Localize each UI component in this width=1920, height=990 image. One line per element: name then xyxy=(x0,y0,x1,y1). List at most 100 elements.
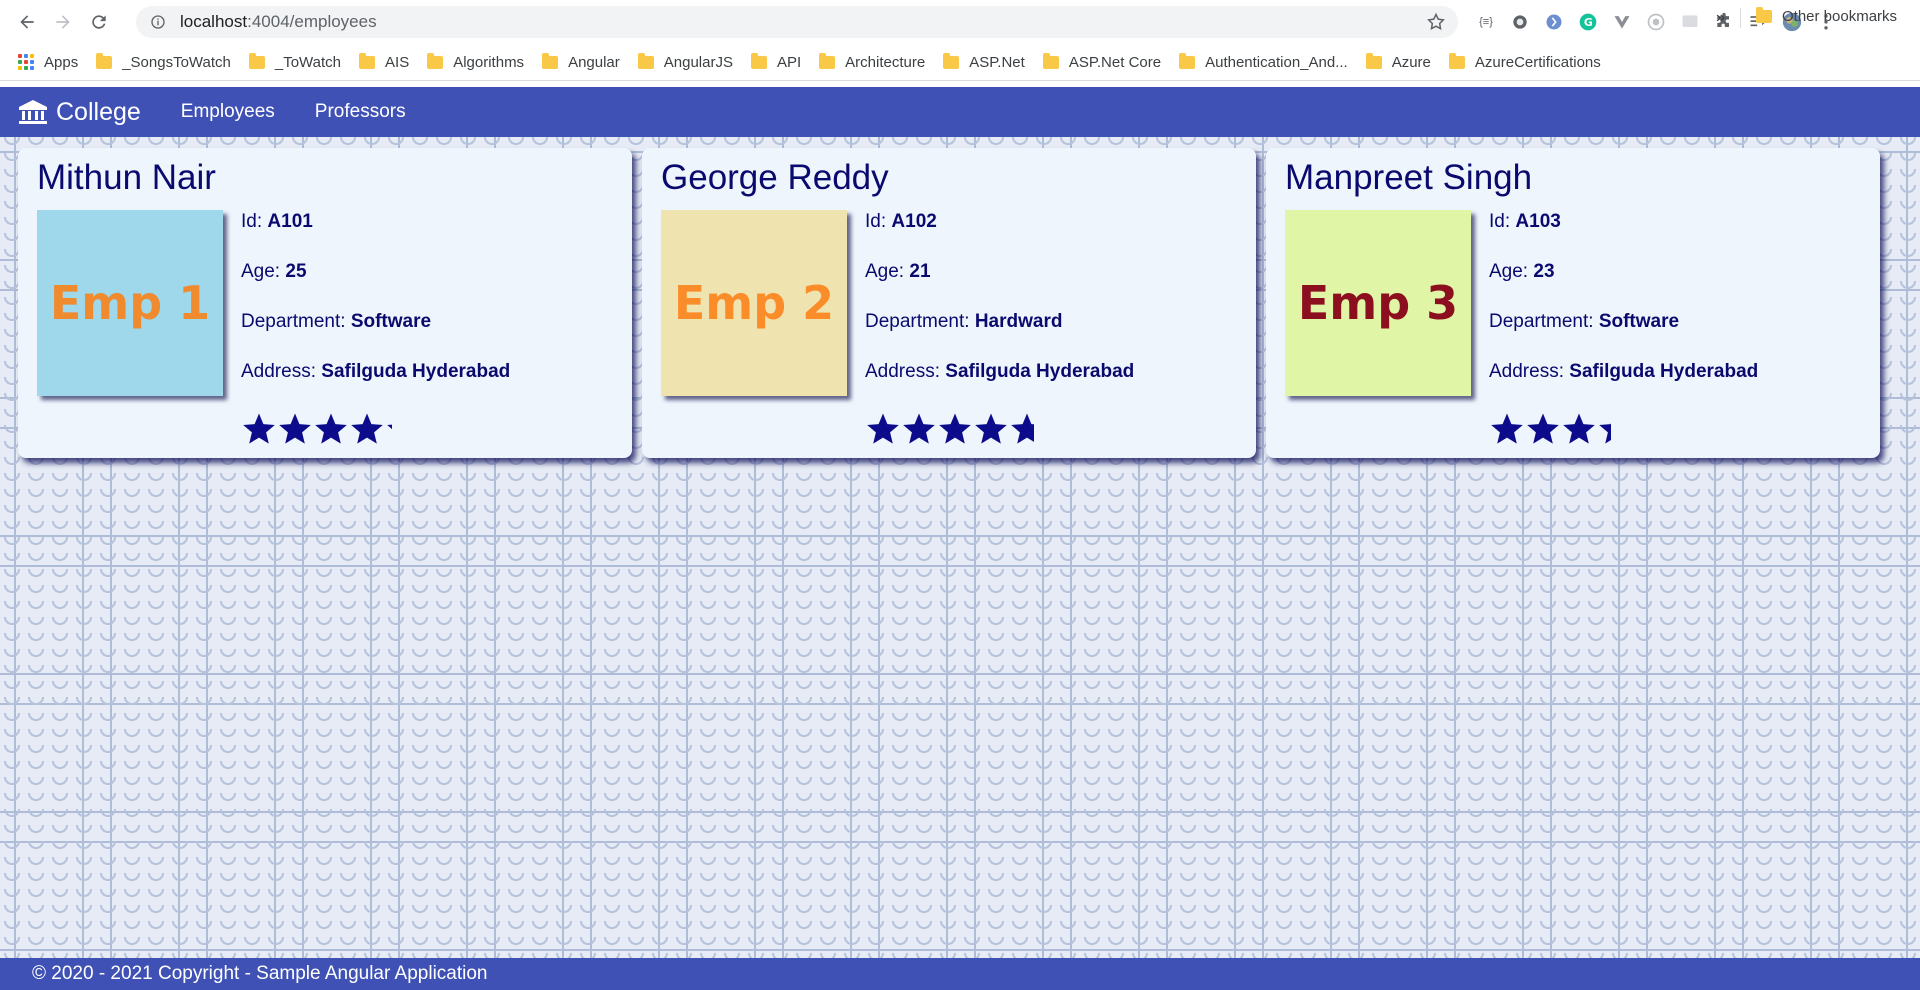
star-icon xyxy=(351,413,383,444)
employee-details: Id: A101 Age: 25 Department: Software Ad… xyxy=(241,211,621,411)
employee-photo-text: Emp 3 xyxy=(1297,276,1459,330)
department-label: Department: xyxy=(865,311,975,332)
address-bar[interactable]: localhost:4004/employees xyxy=(136,6,1458,38)
url-path: :4004/employees xyxy=(247,12,377,31)
bookmarks-separator xyxy=(1740,8,1741,28)
bookmark-folder[interactable]: Angular xyxy=(542,52,620,71)
employee-photo: Emp 3 xyxy=(1285,210,1471,396)
id-value: A102 xyxy=(891,211,937,232)
employee-department-row: Department: Software xyxy=(241,311,621,361)
reload-button[interactable] xyxy=(84,7,114,37)
reload-icon xyxy=(92,15,106,29)
department-label: Department: xyxy=(241,311,351,332)
employee-id-row: Id: A101 xyxy=(241,211,621,261)
star-icon xyxy=(975,413,1007,444)
star-icon xyxy=(1011,413,1034,444)
bookmarks-bar: Apps _SongsToWatch _ToWatch AIS Algorithms An… xyxy=(0,44,1920,80)
star-icon xyxy=(1599,423,1611,444)
blue-extension-icon[interactable] xyxy=(1542,10,1566,34)
bookmark-folder[interactable]: Azure xyxy=(1365,52,1431,71)
department-value: Software xyxy=(350,311,432,332)
bookmark-label: AIS xyxy=(385,53,410,71)
screen-extension-icon[interactable] xyxy=(1678,10,1702,34)
employee-age-row: Age: 25 xyxy=(241,261,621,311)
bookmarks-overflow-button[interactable]: » xyxy=(1716,9,1725,27)
employee-photo-text: Emp 2 xyxy=(673,276,835,330)
bookmark-label: _SongsToWatch xyxy=(122,53,231,71)
grammarly-icon[interactable]: G xyxy=(1576,10,1600,34)
bookmark-label: ASP.Net Core xyxy=(1068,53,1162,71)
arrow-right-icon xyxy=(56,15,70,29)
folder-icon xyxy=(248,52,265,69)
app-navbar: College Employees Professors xyxy=(0,87,1920,137)
nav-link-professors[interactable]: Professors xyxy=(315,101,406,123)
bookmark-folder[interactable]: Authentication_And... xyxy=(1179,52,1348,71)
other-bookmarks-folder[interactable]: Other bookmarks xyxy=(1756,7,1897,25)
folder-icon xyxy=(943,52,960,69)
brand-label: College xyxy=(56,97,141,126)
star-icon xyxy=(903,413,935,444)
brand-link[interactable]: College xyxy=(18,98,141,127)
id-value: A103 xyxy=(1515,211,1561,232)
folder-icon xyxy=(427,52,444,69)
id-value: A101 xyxy=(267,211,313,232)
bookmark-folder[interactable]: AzureCertifications xyxy=(1448,52,1601,71)
bookmark-folder[interactable]: AngularJS xyxy=(637,52,733,71)
vue-devtools-icon[interactable] xyxy=(1610,10,1634,34)
address-value: Safilguda Hyderabad xyxy=(1569,361,1759,382)
address-value: Safilguda Hyderabad xyxy=(321,361,511,382)
folder-icon xyxy=(1448,52,1465,69)
employee-address-row: Address: Safilguda Hyderabad xyxy=(241,361,621,411)
employee-department-row: Department: Software xyxy=(1489,311,1869,361)
department-label: Department: xyxy=(1489,311,1599,332)
folder-icon xyxy=(750,52,767,69)
circle-extension-icon[interactable] xyxy=(1508,10,1532,34)
bookmark-label: Apps xyxy=(44,53,79,71)
bookmark-folder[interactable]: _SongsToWatch xyxy=(96,52,231,71)
folder-icon xyxy=(1365,52,1382,69)
employee-age-row: Age: 21 xyxy=(865,261,1245,311)
bookmark-folder[interactable]: API xyxy=(750,52,801,71)
bookmark-star-icon[interactable] xyxy=(1426,12,1446,32)
browser-toolbar: localhost:4004/employees {≡} G xyxy=(0,0,1920,44)
employee-card[interactable]: Mithun Nair Emp 1 Id: A101 Age: 25 Depar… xyxy=(18,148,632,458)
nav-link-employees[interactable]: Employees xyxy=(181,101,275,123)
bookmark-folder[interactable]: ASP.Net xyxy=(943,52,1025,71)
folder-icon xyxy=(637,52,654,69)
bookmark-folder[interactable]: _ToWatch xyxy=(248,52,341,71)
apps-grid-icon xyxy=(18,54,34,70)
bookmark-label: Angular xyxy=(568,53,620,71)
footer: © 2020 - 2021 Copyright - Sample Angular… xyxy=(0,958,1920,990)
employee-card[interactable]: George Reddy Emp 2 Id: A102 Age: 21 Depa… xyxy=(642,148,1256,458)
employee-rating xyxy=(1489,412,1611,448)
employee-card[interactable]: Manpreet Singh Emp 3 Id: A103 Age: 23 De… xyxy=(1266,148,1880,458)
employee-rating xyxy=(241,412,392,448)
employee-name: George Reddy xyxy=(661,158,889,197)
age-label: Age: xyxy=(1489,261,1534,282)
bookmark-label: AngularJS xyxy=(663,53,733,71)
employee-name: Manpreet Singh xyxy=(1285,158,1533,197)
employee-details: Id: A102 Age: 21 Department: Hardward Ad… xyxy=(865,211,1245,411)
url-text[interactable]: localhost:4004/employees xyxy=(180,12,377,32)
bookmark-folder[interactable]: AIS xyxy=(359,52,410,71)
forward-button[interactable] xyxy=(48,7,78,37)
back-button[interactable] xyxy=(12,7,42,37)
target-extension-icon[interactable] xyxy=(1644,10,1668,34)
star-icon xyxy=(939,413,971,444)
bookmark-folder[interactable]: Algorithms xyxy=(427,52,524,71)
info-icon[interactable] xyxy=(150,14,166,30)
bookmark-label: AzureCertifications xyxy=(1474,53,1601,71)
department-value: Hardward xyxy=(974,311,1063,332)
address-label: Address: xyxy=(1489,361,1570,382)
chrome-divider xyxy=(0,80,1920,81)
bookmark-folder[interactable]: ASP.Net Core xyxy=(1042,52,1162,71)
json-viewer-extension-icon[interactable]: {≡} xyxy=(1474,10,1498,34)
folder-icon xyxy=(1756,7,1772,23)
employee-rating xyxy=(865,412,1034,448)
department-value: Software xyxy=(1598,311,1680,332)
star-icon xyxy=(279,413,311,444)
bookmark-folder[interactable]: Architecture xyxy=(819,52,925,71)
svg-text:G: G xyxy=(1584,16,1593,29)
apps-shortcut[interactable]: Apps xyxy=(18,54,78,71)
address-label: Address: xyxy=(241,361,322,382)
